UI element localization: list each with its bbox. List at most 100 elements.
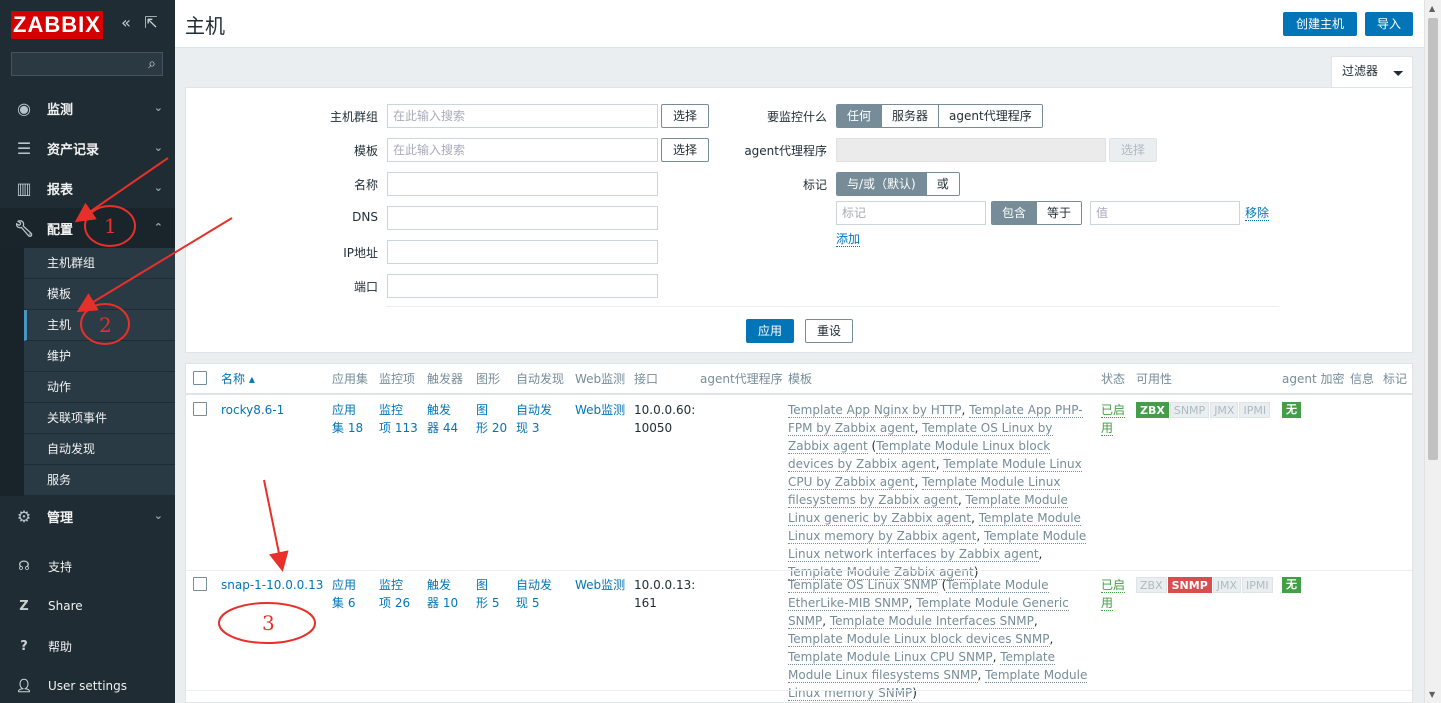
sidebar-search-input[interactable]: ⌕ (11, 52, 163, 76)
web-link[interactable]: Web监测 (575, 578, 625, 592)
apps-link[interactable]: 应用集 18 (332, 403, 363, 435)
apps-link-line2: 集 6 (332, 596, 356, 610)
list-icon: ☰ (16, 138, 32, 158)
interface-port: 10050 (634, 421, 673, 435)
snmp-badge: SNMP (1169, 402, 1210, 418)
submenu-maintenance[interactable]: 维护 (24, 341, 175, 372)
nav-reports[interactable]: ▥ 报表 ⌄ (0, 168, 175, 208)
row-checkbox[interactable] (193, 402, 207, 416)
reset-button[interactable]: 重设 (805, 319, 853, 343)
template-separator: ( (937, 578, 947, 592)
zabbix-logo[interactable]: ZABBIX (11, 11, 103, 39)
scroll-down-icon[interactable]: ▼ (1429, 690, 1435, 699)
status-enabled-link[interactable]: 已启用 (1101, 578, 1126, 611)
tag-add-link[interactable]: 添加 (836, 232, 861, 247)
tag-remove-link[interactable]: 移除 (1245, 206, 1270, 221)
discovery-link[interactable]: 自动发现 5 (516, 578, 552, 610)
monitored-by-any[interactable]: 任何 (837, 105, 883, 127)
template-link[interactable]: Template Module Linux block devices SNMP (788, 632, 1050, 647)
templates-cell: Template OS Linux SNMP ( Template Module … (788, 576, 1093, 702)
status-enabled-link[interactable]: 已启用 (1101, 403, 1126, 436)
tag-value-input[interactable]: 值 (1090, 201, 1240, 225)
nav-inventory[interactable]: ☰ 资产记录 ⌄ (0, 128, 175, 168)
tag-op-contains[interactable]: 包含 (992, 202, 1038, 224)
template-link[interactable]: Template App Nginx by HTTP (788, 403, 962, 418)
nav-user-settings[interactable]: 👤︎ User settings (0, 666, 175, 703)
status-cell: 已启用 (1101, 576, 1127, 612)
apply-button[interactable]: 应用 (746, 319, 794, 343)
filter-divider (386, 306, 1279, 307)
items-link[interactable]: 监控项 113 (379, 403, 418, 435)
nav-help[interactable]: ? 帮助 (0, 626, 175, 666)
host-groups-label: 主机群组 (329, 110, 378, 124)
select-all-checkbox[interactable] (193, 371, 207, 385)
submenu-templates[interactable]: 模板 (24, 279, 175, 310)
template-separator: ) (912, 686, 917, 700)
create-host-button[interactable]: 创建主机 (1283, 12, 1357, 36)
nav-share[interactable]: Z Share (0, 586, 175, 626)
nav-administration[interactable]: ⚙ 管理 ⌄ (0, 496, 175, 536)
filter-tab-label: 过滤器 (1342, 64, 1379, 78)
graphs-link[interactable]: 图形 5 (476, 578, 499, 610)
tag-add-wrap: 添加 (836, 230, 861, 248)
graphs-link[interactable]: 图形 20 (476, 403, 507, 435)
submenu-actions[interactable]: 动作 (24, 372, 175, 403)
interface-port: 161 (634, 596, 657, 610)
submenu-event-correlation[interactable]: 关联项事件 (24, 403, 175, 434)
kiosk-mode-icon[interactable]: ⇱ (142, 14, 160, 32)
chevron-down-icon: ⌄ (153, 101, 163, 114)
col-name[interactable]: 名称 ▴ (221, 370, 255, 387)
nav-support[interactable]: ☊ 支持 (0, 546, 175, 586)
dns-input[interactable] (387, 206, 658, 230)
template-separator: , (976, 529, 984, 543)
host-groups-select-button[interactable]: 选择 (661, 104, 709, 128)
submenu-host-groups[interactable]: 主机群组 (24, 248, 175, 279)
template-link[interactable]: Template Module Linux CPU SNMP (788, 650, 993, 665)
collapse-sidebar-icon[interactable]: « (117, 14, 135, 32)
templates-select-button[interactable]: 选择 (661, 138, 709, 162)
configuration-submenu: 主机群组 模板 主机 维护 动作 关联项事件 自动发现 服务 (0, 248, 175, 496)
web-link[interactable]: Web监测 (575, 403, 625, 417)
monitored-by-server[interactable]: 服务器 (882, 105, 940, 127)
nav-configuration[interactable]: 🔧︎ 配置 ⌃ (0, 208, 175, 248)
triggers-link-line1: 触发 (427, 403, 452, 417)
nav-monitoring[interactable]: ◉ 监测 ⌄ (0, 88, 175, 128)
zbx-badge: ZBX (1136, 402, 1169, 418)
host-groups-input[interactable]: 在此输入搜索 (387, 104, 658, 128)
tag-name-input[interactable]: 标记 (836, 201, 986, 225)
col-templates: 模板 (788, 372, 813, 386)
template-link[interactable]: Template OS Linux SNMP (788, 578, 938, 593)
name-input[interactable] (387, 172, 658, 196)
submenu-services[interactable]: 服务 (24, 465, 175, 496)
host-name-link[interactable]: rocky8.6-1 (221, 403, 284, 417)
templates-input[interactable]: 在此输入搜索 (387, 138, 658, 162)
row-checkbox[interactable] (193, 577, 207, 591)
import-button[interactable]: 导入 (1365, 12, 1413, 36)
proxy-select-button: 选择 (1109, 138, 1157, 162)
col-apps: 应用集 (332, 372, 369, 386)
monitored-by-proxy[interactable]: agent代理程序 (939, 105, 1042, 127)
tags-mode-and-or[interactable]: 与/或（默认) (837, 173, 927, 195)
nav-administration-label: 管理 (47, 510, 74, 526)
items-link[interactable]: 监控项 26 (379, 578, 410, 610)
template-separator: , (822, 614, 830, 628)
triggers-link[interactable]: 触发器 10 (427, 578, 458, 610)
scroll-up-icon[interactable]: ▲ (1429, 4, 1435, 13)
page-scrollbar[interactable]: ▲ ▼ (1424, 0, 1441, 703)
submenu-discovery[interactable]: 自动发现 (24, 434, 175, 465)
ip-input[interactable] (387, 240, 658, 264)
discovery-link[interactable]: 自动发现 3 (516, 403, 552, 435)
scroll-thumb[interactable] (1428, 18, 1438, 460)
tags-mode-or[interactable]: 或 (926, 173, 959, 195)
triggers-link[interactable]: 触发器 44 (427, 403, 458, 435)
tag-op-equals[interactable]: 等于 (1037, 202, 1082, 224)
apps-link[interactable]: 应用集 6 (332, 578, 356, 610)
submenu-hosts[interactable]: 主机 (24, 310, 175, 341)
search-icon[interactable]: ⌕ (148, 56, 156, 72)
template-link[interactable]: Template Module Interfaces SNMP (829, 614, 1034, 629)
host-name-link[interactable]: snap-1-10.0.0.13 (221, 578, 323, 592)
status-cell: 已启用 (1101, 401, 1127, 437)
discovery-link-line1: 自动发 (516, 578, 553, 592)
filter-tab[interactable]: 过滤器 ⏷ (1331, 56, 1413, 88)
port-input[interactable] (387, 274, 658, 298)
